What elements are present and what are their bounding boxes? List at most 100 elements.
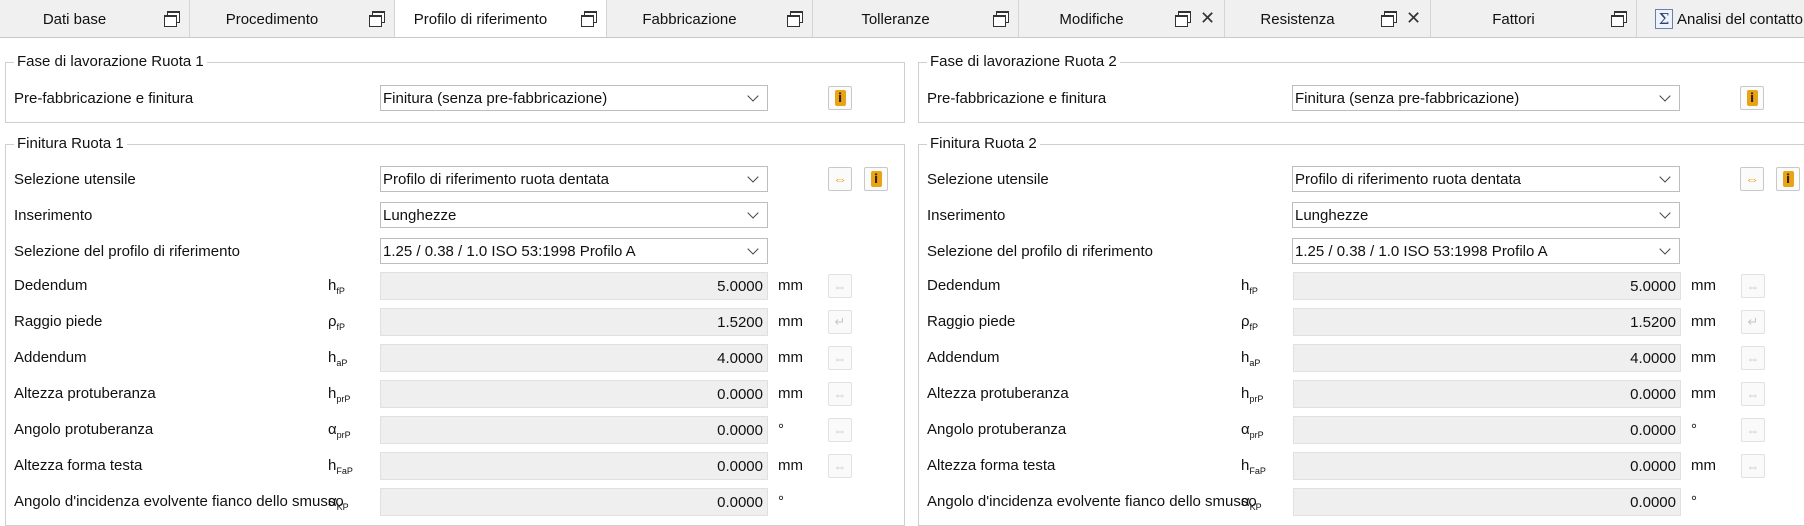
swap-button[interactable]: ⇔ xyxy=(1741,418,1765,442)
parameter-value-field[interactable]: 1.5200 xyxy=(1293,308,1681,336)
field-value: 1.5200 xyxy=(1630,313,1676,331)
field-value: 0.0000 xyxy=(1630,457,1676,475)
field-value: 0.0000 xyxy=(717,421,763,439)
tab-analisi-del-contatto[interactable]: Σ Analisi del contatto xyxy=(1637,0,1804,37)
swap-button[interactable]: ⇔ xyxy=(1741,346,1765,370)
parameter-value-field[interactable]: 0.0000 xyxy=(1293,452,1681,480)
tab-resistenza[interactable]: Resistenza ✕ xyxy=(1225,0,1431,37)
info-button[interactable]: i xyxy=(1776,167,1800,191)
parameter-value-field[interactable]: 0.0000 xyxy=(1293,488,1681,516)
field-value: 0.0000 xyxy=(717,457,763,475)
field-value: 4.0000 xyxy=(1630,349,1676,367)
parameter-label: Dedendum xyxy=(927,277,1001,294)
swap-button[interactable]: ⇔ xyxy=(828,418,852,442)
swap-button[interactable]: ⇔ xyxy=(1741,454,1765,478)
input-mode-label: Inserimento xyxy=(14,207,93,224)
parameter-value-field[interactable]: 4.0000 xyxy=(1293,344,1681,372)
parameter-label: Dedendum xyxy=(14,277,88,294)
restore-window-icon[interactable] xyxy=(1175,11,1191,27)
parameter-value-field[interactable]: 1.5200 xyxy=(380,308,768,336)
tool-selection-select-wheel-1[interactable]: Profilo di riferimento ruota dentata xyxy=(380,166,768,192)
return-arrow-icon: ↵ xyxy=(1747,314,1759,329)
parameter-symbol: αprP xyxy=(1241,421,1264,440)
restore-window-icon[interactable] xyxy=(787,11,803,27)
reference-profile-label: Selezione del profilo di riferimento xyxy=(14,243,240,260)
parameter-value-field[interactable]: 0.0000 xyxy=(380,416,768,444)
parameter-value-field[interactable]: 0.0000 xyxy=(380,380,768,408)
info-button[interactable]: i xyxy=(1740,86,1764,110)
swap-button[interactable]: ⇔ xyxy=(828,382,852,406)
prefab-select-wheel-2[interactable]: Finitura (senza pre-fabbricazione) xyxy=(1292,85,1680,111)
restore-window-icon[interactable] xyxy=(1611,11,1627,27)
symbol-letter: α xyxy=(1241,493,1250,510)
info-icon: i xyxy=(1782,171,1794,187)
swap-arrows-icon: ⇔ xyxy=(1745,171,1759,187)
swap-arrows-icon: ⇔ xyxy=(833,350,847,366)
parameter-value-field[interactable]: 0.0000 xyxy=(1293,416,1681,444)
info-button[interactable]: i xyxy=(864,167,888,191)
tab-label: Dati base xyxy=(42,10,107,28)
return-arrow-icon: ↵ xyxy=(834,314,846,329)
restore-window-icon[interactable] xyxy=(1381,11,1397,27)
unit-label: mm xyxy=(1691,457,1716,474)
parameter-value-field[interactable]: 4.0000 xyxy=(380,344,768,372)
tab-fattori[interactable]: Fattori xyxy=(1431,0,1637,37)
parameter-label: Angolo d'incidenza evolvente fianco dell… xyxy=(14,493,344,510)
unit-label: mm xyxy=(1691,277,1716,294)
swap-button[interactable]: ⇔ xyxy=(828,454,852,478)
tab-profilo-di-riferimento[interactable]: Profilo di riferimento xyxy=(395,0,607,37)
return-button[interactable]: ↵ xyxy=(828,310,852,334)
symbol-letter: ρ xyxy=(328,313,337,330)
close-icon[interactable]: ✕ xyxy=(1200,9,1215,27)
swap-button[interactable]: ⇔ xyxy=(1741,274,1765,298)
restore-window-icon[interactable] xyxy=(581,11,597,27)
restore-window-icon[interactable] xyxy=(993,11,1009,27)
swap-button[interactable]: ⇔ xyxy=(828,274,852,298)
input-mode-select-wheel-2[interactable]: Lunghezze xyxy=(1292,202,1680,228)
tab-fabbricazione[interactable]: Fabbricazione xyxy=(607,0,813,37)
select-value: Profilo di riferimento ruota dentata xyxy=(1295,170,1521,188)
parameter-value-field[interactable]: 5.0000 xyxy=(1293,272,1681,300)
input-mode-select-wheel-1[interactable]: Lunghezze xyxy=(380,202,768,228)
reference-profile-label: Selezione del profilo di riferimento xyxy=(927,243,1153,260)
swap-button[interactable]: ⇔ xyxy=(828,167,852,191)
reference-profile-select-wheel-2[interactable]: 1.25 / 0.38 / 1.0 ISO 53:1998 Profilo A xyxy=(1292,238,1680,264)
tab-label: Fattori xyxy=(1492,10,1535,28)
swap-button[interactable]: ⇔ xyxy=(1741,382,1765,406)
parameter-value-field[interactable]: 0.0000 xyxy=(380,488,768,516)
tab-procedimento[interactable]: Procedimento xyxy=(190,0,395,37)
parameter-symbol: ρfP xyxy=(1241,313,1258,332)
tab-label: Analisi del contatto xyxy=(1677,10,1803,28)
info-button[interactable]: i xyxy=(828,86,852,110)
symbol-letter: ρ xyxy=(1241,313,1250,330)
reference-profile-select-wheel-1[interactable]: 1.25 / 0.38 / 1.0 ISO 53:1998 Profilo A xyxy=(380,238,768,264)
tab-dati-base[interactable]: Dati base xyxy=(0,0,190,37)
parameter-label: Altezza protuberanza xyxy=(14,385,156,402)
group-title: Finitura Ruota 1 xyxy=(14,135,127,152)
parameter-value-field[interactable]: 0.0000 xyxy=(380,452,768,480)
swap-button[interactable]: ⇔ xyxy=(1740,167,1764,191)
tab-bar: Dati base Procedimento Profilo di riferi… xyxy=(0,0,1804,38)
parameter-value-field[interactable]: 5.0000 xyxy=(380,272,768,300)
restore-window-icon[interactable] xyxy=(164,11,180,27)
prefab-select-wheel-1[interactable]: Finitura (senza pre-fabbricazione) xyxy=(380,85,768,111)
tab-label: Modifiche xyxy=(1059,10,1124,28)
swap-button[interactable]: ⇔ xyxy=(828,346,852,370)
parameter-label: Addendum xyxy=(927,349,1000,366)
tab-tolleranze[interactable]: Tolleranze xyxy=(813,0,1019,37)
parameter-value-field[interactable]: 0.0000 xyxy=(1293,380,1681,408)
unit-label: ° xyxy=(778,493,784,510)
chevron-down-icon xyxy=(1659,173,1671,185)
group-title: Fase di lavorazione Ruota 2 xyxy=(927,53,1120,70)
tool-selection-select-wheel-2[interactable]: Profilo di riferimento ruota dentata xyxy=(1292,166,1680,192)
info-icon: i xyxy=(870,171,882,187)
restore-window-icon[interactable] xyxy=(369,11,385,27)
symbol-letter: α xyxy=(1241,421,1250,438)
tab-modifiche[interactable]: Modifiche ✕ xyxy=(1019,0,1225,37)
info-icon: i xyxy=(1746,90,1758,106)
unit-label: mm xyxy=(778,313,803,330)
symbol-subscript: aP xyxy=(336,358,348,368)
return-button[interactable]: ↵ xyxy=(1741,310,1765,334)
close-icon[interactable]: ✕ xyxy=(1406,9,1421,27)
select-value: 1.25 / 0.38 / 1.0 ISO 53:1998 Profilo A xyxy=(1295,242,1548,260)
